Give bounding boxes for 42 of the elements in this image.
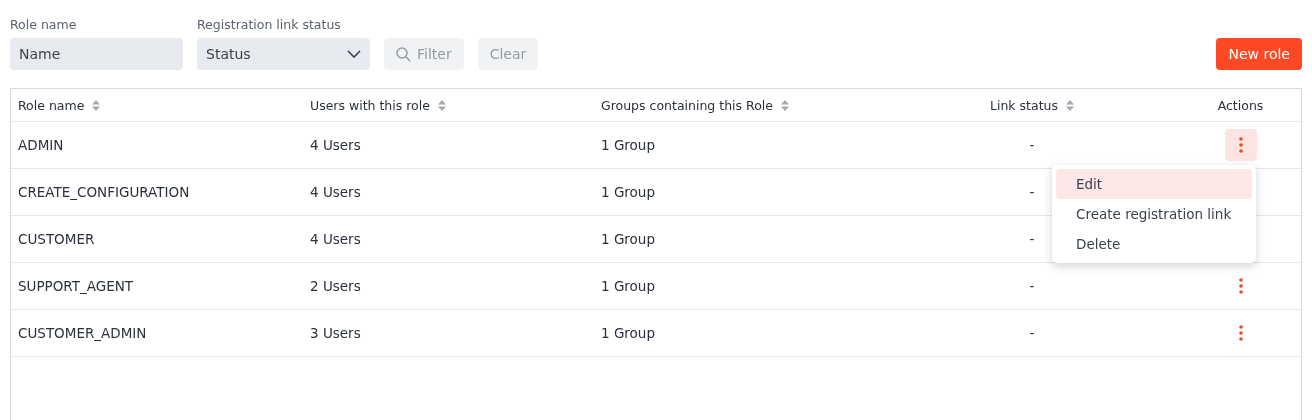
column-header[interactable]: Link status	[990, 97, 1074, 113]
column-header[interactable]: Users with this role	[310, 97, 446, 113]
menu-item[interactable]: Create registration link	[1056, 199, 1252, 229]
vertical-dots-icon	[1238, 325, 1243, 341]
table-cell: SUPPORT_AGENT	[18, 278, 134, 294]
status-dropdown[interactable]: Status	[197, 38, 370, 70]
table-cell: -	[1029, 184, 1035, 200]
sort-icon	[437, 99, 446, 111]
menu-item[interactable]: Delete	[1056, 229, 1252, 259]
field-label: Role name	[10, 17, 78, 32]
table-cell: 1 Group	[601, 231, 655, 247]
menu-item[interactable]: Edit	[1056, 169, 1252, 199]
sort-icon	[780, 99, 789, 111]
more-options-button[interactable]	[1224, 129, 1257, 161]
table-cell: CUSTOMER	[18, 231, 95, 247]
table-cell: ADMIN	[18, 137, 64, 153]
table-cell: CUSTOMER_ADMIN	[18, 325, 147, 341]
chevron-down-icon	[347, 50, 361, 58]
table-cell: -	[1029, 137, 1035, 153]
table-cell: 2 Users	[310, 278, 361, 294]
table-cell: 4 Users	[310, 184, 361, 200]
table-cell: 1 Group	[601, 325, 655, 341]
sort-icon	[1066, 99, 1074, 111]
table-cell: 3 Users	[310, 325, 361, 341]
column-header[interactable]: Role name	[18, 97, 101, 113]
vertical-dots-icon	[1238, 137, 1243, 153]
vertical-dots-icon	[1238, 278, 1243, 294]
search-icon	[396, 46, 411, 62]
column-header: Actions	[1217, 97, 1264, 113]
table-cell: 1 Group	[601, 137, 655, 153]
table-cell: 1 Group	[601, 278, 655, 294]
table-cell: 4 Users	[310, 137, 361, 153]
table-cell: -	[1029, 325, 1035, 341]
column-header[interactable]: Groups containing this Role	[601, 97, 789, 113]
field-label: Registration link status	[197, 17, 342, 32]
table-cell: -	[1029, 278, 1035, 294]
name-input-field[interactable]: Name	[10, 38, 183, 70]
table-cell: 1 Group	[601, 184, 655, 200]
sort-icon	[92, 99, 101, 111]
table-cell: -	[1029, 231, 1035, 247]
table-cell: CREATE_CONFIGURATION	[18, 184, 190, 200]
table-cell: 4 Users	[310, 231, 361, 247]
